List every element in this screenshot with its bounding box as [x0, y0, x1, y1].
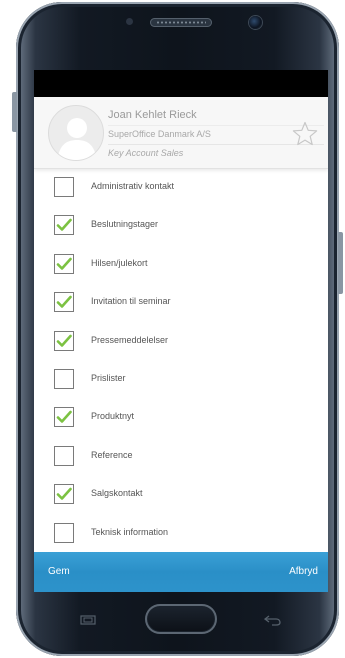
checkbox[interactable] [54, 445, 74, 466]
checkmark-icon [56, 257, 72, 270]
list-item-label: Hilsen/julekort [91, 257, 148, 268]
list-item-label: Teknisk information [91, 526, 169, 537]
save-button[interactable]: Gem [48, 566, 70, 577]
checkbox[interactable] [54, 330, 74, 351]
checkbox[interactable] [54, 407, 74, 428]
star-outline-icon[interactable] [292, 121, 318, 147]
person-silhouette-icon [48, 105, 104, 161]
checkmark-icon [56, 411, 72, 424]
checkbox[interactable] [54, 215, 74, 236]
checkbox[interactable] [54, 522, 74, 543]
list-item[interactable]: Pressemeddelelser [34, 323, 328, 361]
list-item-label: Beslutningstager [91, 219, 159, 230]
contact-header: Joan Kehlet Rieck SuperOffice Danmark A/… [34, 97, 328, 169]
list-item[interactable]: Beslutningstager [34, 207, 328, 245]
volume-button [12, 92, 17, 132]
checkmark-icon [56, 295, 72, 308]
list-item-label: Pressemeddelelser [91, 334, 169, 345]
list-item[interactable]: Prislister [34, 361, 328, 399]
checkbox[interactable] [54, 253, 74, 274]
list-item[interactable]: Reference [34, 438, 328, 476]
list-item-label: Reference [91, 449, 133, 460]
checkbox[interactable] [54, 484, 74, 505]
earpiece-speaker [150, 18, 212, 27]
checkbox[interactable] [54, 369, 74, 389]
cancel-button[interactable]: Afbryd [289, 566, 318, 577]
list-item[interactable]: Salgskontakt [34, 476, 328, 514]
list-item-label: Prislister [91, 373, 126, 383]
status-bar [34, 70, 328, 97]
list-item-label: Invitation til seminar [91, 296, 171, 307]
checkbox[interactable] [54, 177, 74, 197]
front-camera-icon [249, 16, 262, 29]
checkmark-icon [56, 334, 72, 347]
recent-apps-icon[interactable] [80, 615, 96, 625]
home-button[interactable] [145, 604, 217, 634]
back-arrow-icon[interactable] [264, 614, 282, 626]
contact-name: Joan Kehlet Rieck [108, 109, 197, 121]
list-item[interactable]: Teknisk information [34, 515, 328, 553]
contact-company: SuperOffice Danmark A/S [108, 129, 211, 139]
power-button [338, 232, 343, 294]
proximity-sensor [126, 18, 133, 25]
list-item[interactable]: Administrativ kontakt [34, 169, 328, 207]
list-item-label: Administrativ kontakt [91, 181, 175, 191]
list-item-label: Salgskontakt [91, 488, 143, 499]
action-bar: Gem Afbryd [34, 552, 328, 592]
list-item[interactable]: Invitation til seminar [34, 284, 328, 322]
list-item[interactable]: Produktnyt [34, 399, 328, 437]
list-item[interactable]: Hilsen/julekort [34, 246, 328, 284]
list-item-label: Produktnyt [91, 411, 135, 422]
checkbox[interactable] [54, 292, 74, 313]
phone-screen: Joan Kehlet Rieck SuperOffice Danmark A/… [34, 70, 328, 592]
checkmark-icon [56, 219, 72, 232]
checkmark-icon [56, 487, 72, 500]
contact-job-title: Key Account Sales [108, 148, 184, 158]
